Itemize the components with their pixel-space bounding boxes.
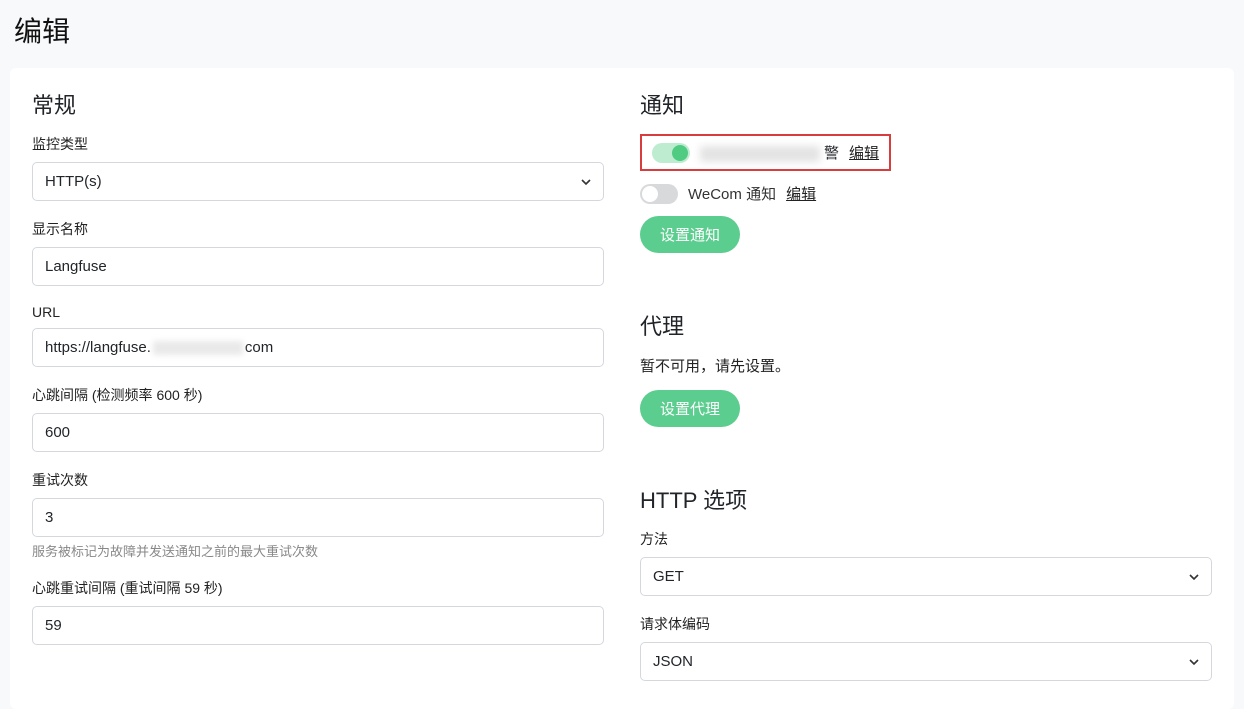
edit-card: 常规 监控类型 HTTP(s) 显示名称 URL https://langfus… — [10, 68, 1234, 709]
setup-notification-button[interactable]: 设置通知 — [640, 216, 740, 253]
notification-1-name-redacted — [700, 146, 820, 162]
heartbeat-retry-label: 心跳重试间隔 (重试间隔 59 秒) — [32, 578, 604, 598]
monitor-type-label: 监控类型 — [32, 134, 604, 154]
display-name-field: 显示名称 — [32, 219, 604, 286]
notification-1-name: 警 — [700, 142, 839, 163]
retry-field: 重试次数 服务被标记为故障并发送通知之前的最大重试次数 — [32, 470, 604, 560]
notification-2-toggle[interactable] — [640, 184, 678, 204]
body-encoding-label: 请求体编码 — [640, 614, 1212, 634]
notification-1-edit-link[interactable]: 编辑 — [849, 142, 879, 163]
monitor-type-select[interactable]: HTTP(s) — [32, 162, 604, 201]
display-name-input[interactable] — [32, 247, 604, 286]
retry-help-text: 服务被标记为故障并发送通知之前的最大重试次数 — [32, 541, 604, 560]
url-redacted-portion — [153, 341, 243, 355]
notification-2-name: WeCom 通知 — [688, 183, 776, 204]
url-suffix: com — [245, 339, 273, 356]
display-name-label: 显示名称 — [32, 219, 604, 239]
proxy-section-title: 代理 — [640, 309, 1212, 341]
notification-1-toggle[interactable] — [652, 143, 690, 163]
http-method-field: 方法 GET — [640, 529, 1212, 596]
heartbeat-retry-input[interactable] — [32, 606, 604, 645]
retry-input[interactable] — [32, 498, 604, 537]
general-column: 常规 监控类型 HTTP(s) 显示名称 URL https://langfus… — [32, 88, 604, 699]
notification-2-row: WeCom 通知 编辑 — [640, 183, 1212, 204]
body-encoding-select[interactable]: JSON — [640, 642, 1212, 681]
http-method-select[interactable]: GET — [640, 557, 1212, 596]
setup-proxy-button[interactable]: 设置代理 — [640, 390, 740, 427]
notification-2-edit-link[interactable]: 编辑 — [786, 183, 816, 204]
heartbeat-retry-field: 心跳重试间隔 (重试间隔 59 秒) — [32, 578, 604, 645]
notification-highlight: 警 编辑 — [640, 134, 891, 171]
url-prefix: https://langfuse. — [45, 339, 151, 356]
url-label: URL — [32, 304, 604, 320]
page-title: 编辑 — [0, 0, 1244, 68]
monitor-type-field: 监控类型 HTTP(s) — [32, 134, 604, 201]
general-section-title: 常规 — [32, 88, 604, 120]
proxy-note: 暂不可用，请先设置。 — [640, 355, 1212, 376]
url-input[interactable]: https://langfuse. com — [32, 328, 604, 367]
heartbeat-interval-input[interactable] — [32, 413, 604, 452]
body-encoding-field: 请求体编码 JSON — [640, 614, 1212, 681]
retry-label: 重试次数 — [32, 470, 604, 490]
http-method-label: 方法 — [640, 529, 1212, 549]
notifications-section-title: 通知 — [640, 88, 1212, 120]
heartbeat-interval-label: 心跳间隔 (检测频率 600 秒) — [32, 385, 604, 405]
http-options-section-title: HTTP 选项 — [640, 483, 1212, 515]
url-field: URL https://langfuse. com — [32, 304, 604, 367]
heartbeat-interval-field: 心跳间隔 (检测频率 600 秒) — [32, 385, 604, 452]
right-column: 通知 警 编辑 WeCom 通知 编辑 设置通知 代理 暂不可用，请先设置。 设… — [640, 88, 1212, 699]
